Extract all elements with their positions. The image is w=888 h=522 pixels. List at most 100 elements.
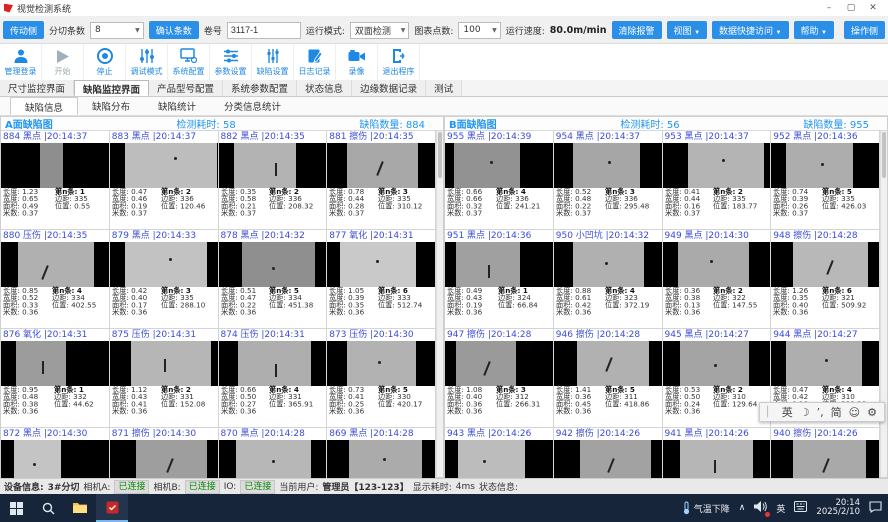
defect-stats-left: 长度: 0.51宽度: 0.47面积: 0.22米数: 0.36 [221,288,256,317]
defect-cell[interactable]: 874 压伤 |20:14:31 长度: 0.66宽度: 0.50面积: 0.2… [219,329,328,428]
tab-5[interactable]: 边缘数据记录 [352,80,426,96]
defect-stats-right: 第n条: 3边距: 336位置: 295.48 [605,189,649,218]
chart-points-select[interactable]: 100 ▼ [458,22,500,39]
camera-b-label: 相机B: [153,480,180,493]
toolbar-button-stop[interactable]: 停止 [84,44,126,80]
file-explorer-icon[interactable] [64,494,96,522]
scrollbar-thumb[interactable] [438,132,442,178]
defect-stats: 长度: 1.08宽度: 0.40面积: 0.36米数: 0.36 第n条: 3边… [445,386,553,427]
defect-cell[interactable]: 879 黑点 |20:14:33 长度: 0.42宽度: 0.40面积: 0.1… [110,230,219,329]
subtab-3[interactable]: 分类信息统计 [210,97,295,115]
volume-alert-dot [765,512,770,517]
ime-toolbar[interactable]: ▏ 英 ☽ ’, 简 ☺ ⚙ [759,402,885,422]
run-mode-select[interactable]: 双面检测 ▼ [350,22,410,39]
detection-app-icon[interactable] [96,494,128,522]
help-menu-button[interactable]: 帮助 ▼ [794,21,834,39]
ime-simplified-toggle[interactable]: 简 [831,404,842,420]
weather-widget[interactable]: 气温下降 [682,501,730,515]
defect-cell[interactable]: 948 擦伤 |20:14:28 长度: 1.26宽度: 0.35面积: 0.4… [771,230,880,329]
toolbar-button-play[interactable]: 开始 [42,44,84,80]
tab-0[interactable]: 尺寸监控界面 [0,80,74,96]
ime-tray-icon[interactable] [794,501,807,515]
subtab-1[interactable]: 缺陷分布 [78,97,144,115]
view-menu-button[interactable]: 视图 ▼ [667,21,707,39]
defect-cell[interactable]: 882 黑点 |20:14:35 长度: 0.35宽度: 0.58面积: 0.2… [219,131,328,230]
defect-stats: 长度: 0.51宽度: 0.47面积: 0.22米数: 0.36 第n条: 5边… [219,287,327,328]
data-quick-access-menu-button[interactable]: 数据快捷访问 ▼ [712,21,788,39]
defect-cell[interactable]: 955 黑点 |20:14:39 长度: 0.66宽度: 0.66面积: 0.3… [445,131,554,230]
defect-cell[interactable]: 880 压伤 |20:14:35 长度: 0.85宽度: 0.52面积: 0.3… [1,230,110,329]
toolbar-button-label: 参数设置 [215,66,247,77]
scrollbar-thumb[interactable] [882,132,886,178]
toolbar-button-levels[interactable]: 缺陷设置 [252,44,294,80]
defect-cell[interactable]: 881 擦伤 |20:14:35 长度: 0.78宽度: 0.44面积: 0.2… [327,131,436,230]
action-center-icon[interactable] [869,501,882,516]
panel-scrollbar[interactable] [880,131,887,477]
toolbar-button-log[interactable]: 日志记录 [294,44,336,80]
maximize-button[interactable]: ▢ [840,1,862,16]
tray-expand-caret[interactable]: ∧ [739,503,746,513]
material-strip [347,341,416,386]
ime-drag-handle[interactable]: ▏ [767,407,775,418]
clear-alarm-button[interactable]: 清除报警 [612,21,662,39]
confirm-count-button[interactable]: 确认条数 [149,21,199,39]
defect-cell[interactable]: 878 黑点 |20:14:32 长度: 0.51宽度: 0.47面积: 0.2… [219,230,328,329]
tab-3[interactable]: 系统参数配置 [223,80,297,96]
defect-cell[interactable]: 953 黑点 |20:14:37 长度: 0.41宽度: 0.44面积: 0.1… [663,131,772,230]
minimize-button[interactable]: – [818,1,840,16]
defect-stats-right: 第n条: 1边距: 332位置: 44.62 [54,387,94,416]
defect-cell[interactable]: 951 黑点 |20:14:36 长度: 0.49宽度: 0.43面积: 0.1… [445,230,554,329]
start-button[interactable] [0,494,32,522]
defect-stats-left: 长度: 1.12宽度: 0.43面积: 0.41米数: 0.36 [112,387,147,416]
defect-cell-header: 871 擦伤 |20:14:30 [110,428,218,440]
tab-6[interactable]: 测试 [426,80,462,96]
chevron-down-icon: ▼ [398,27,409,34]
camera-b-status: 已连接 [185,480,220,494]
drive-side-button[interactable]: 传动侧 [3,21,44,39]
ime-emoji-icon[interactable]: ☺ [849,406,860,419]
defect-mark [164,359,166,372]
slit-count-select[interactable]: 8 ▼ [90,22,144,39]
search-icon[interactable] [32,494,64,522]
toolbar-button-monitor[interactable]: 系统配置 [168,44,210,80]
defect-cell[interactable]: 947 擦伤 |20:14:28 长度: 1.08宽度: 0.40面积: 0.3… [445,329,554,428]
defect-cell[interactable]: 945 黑点 |20:14:27 长度: 0.53宽度: 0.50面积: 0.2… [663,329,772,428]
defect-cell[interactable]: 949 黑点 |20:14:30 长度: 0.36宽度: 0.38面积: 0.1… [663,230,772,329]
ime-moon-icon[interactable]: ☽ [800,406,810,419]
defect-cell[interactable]: 883 黑点 |20:14:37 长度: 0.47宽度: 0.46面积: 0.1… [110,131,219,230]
defect-cell[interactable]: 873 压伤 |20:14:30 长度: 0.73宽度: 0.41面积: 0.2… [327,329,436,428]
ime-language-toggle[interactable]: 英 [782,404,793,420]
defect-cell[interactable]: 954 黑点 |20:14:37 长度: 0.52宽度: 0.48面积: 0.2… [554,131,663,230]
taskbar-clock[interactable]: 20:14 2025/2/10 [816,499,860,517]
defect-cell[interactable]: 876 氧化 |20:14:31 长度: 0.95宽度: 0.48面积: 0.3… [1,329,110,428]
toolbar-button-user[interactable]: 管理登录 [0,44,42,80]
subtab-2[interactable]: 缺陷统计 [144,97,210,115]
defect-cell[interactable]: 950 小凹坑 |20:14:32 长度: 0.88宽度: 0.61面积: 0.… [554,230,663,329]
panel-scrollbar[interactable] [436,131,443,477]
windows-taskbar: 气温下降 ∧ 英 20:14 2025/2/10 [0,494,888,522]
toolbar-button-tune[interactable]: 参数设置 [210,44,252,80]
roll-number-input[interactable] [227,22,301,39]
subtab-0[interactable]: 缺陷信息 [10,97,78,115]
input-language-indicator[interactable]: 英 [776,502,785,515]
volume-icon[interactable] [754,501,767,515]
defect-cell[interactable]: 875 压伤 |20:14:31 长度: 1.12宽度: 0.43面积: 0.4… [110,329,219,428]
stop-icon [97,47,113,65]
tab-4[interactable]: 状态信息 [297,80,352,96]
ime-settings-gear-icon[interactable]: ⚙ [867,406,877,419]
ime-punctuation-toggle[interactable]: ’, [817,406,824,419]
tab-2[interactable]: 产品型号配置 [149,80,223,96]
toolbar-button-exit[interactable]: 退出程序 [378,44,420,80]
toolbar-button-camera[interactable]: 录像 [336,44,378,80]
close-button[interactable]: ✕ [862,1,884,16]
defect-cell[interactable]: 952 黑点 |20:14:36 长度: 0.74宽度: 0.39面积: 0.2… [771,131,880,230]
io-status: 已连接 [240,480,275,494]
tab-1[interactable]: 缺陷监控界面 [74,80,149,96]
defect-cell[interactable]: 884 黑点 |20:14:37 长度: 1.23宽度: 0.65面积: 0.4… [1,131,110,230]
defect-cell[interactable]: 877 氧化 |20:14:31 长度: 1.05宽度: 0.39面积: 0.3… [327,230,436,329]
defect-stats-right: 第n条: 5边距: 311位置: 418.86 [605,387,649,416]
operator-side-button[interactable]: 操作侧 [844,21,885,39]
material-strip [786,143,853,188]
toolbar-button-debug[interactable]: 调试模式 [126,44,168,80]
defect-cell[interactable]: 946 擦伤 |20:14:28 长度: 1.41宽度: 0.36面积: 0.4… [554,329,663,428]
